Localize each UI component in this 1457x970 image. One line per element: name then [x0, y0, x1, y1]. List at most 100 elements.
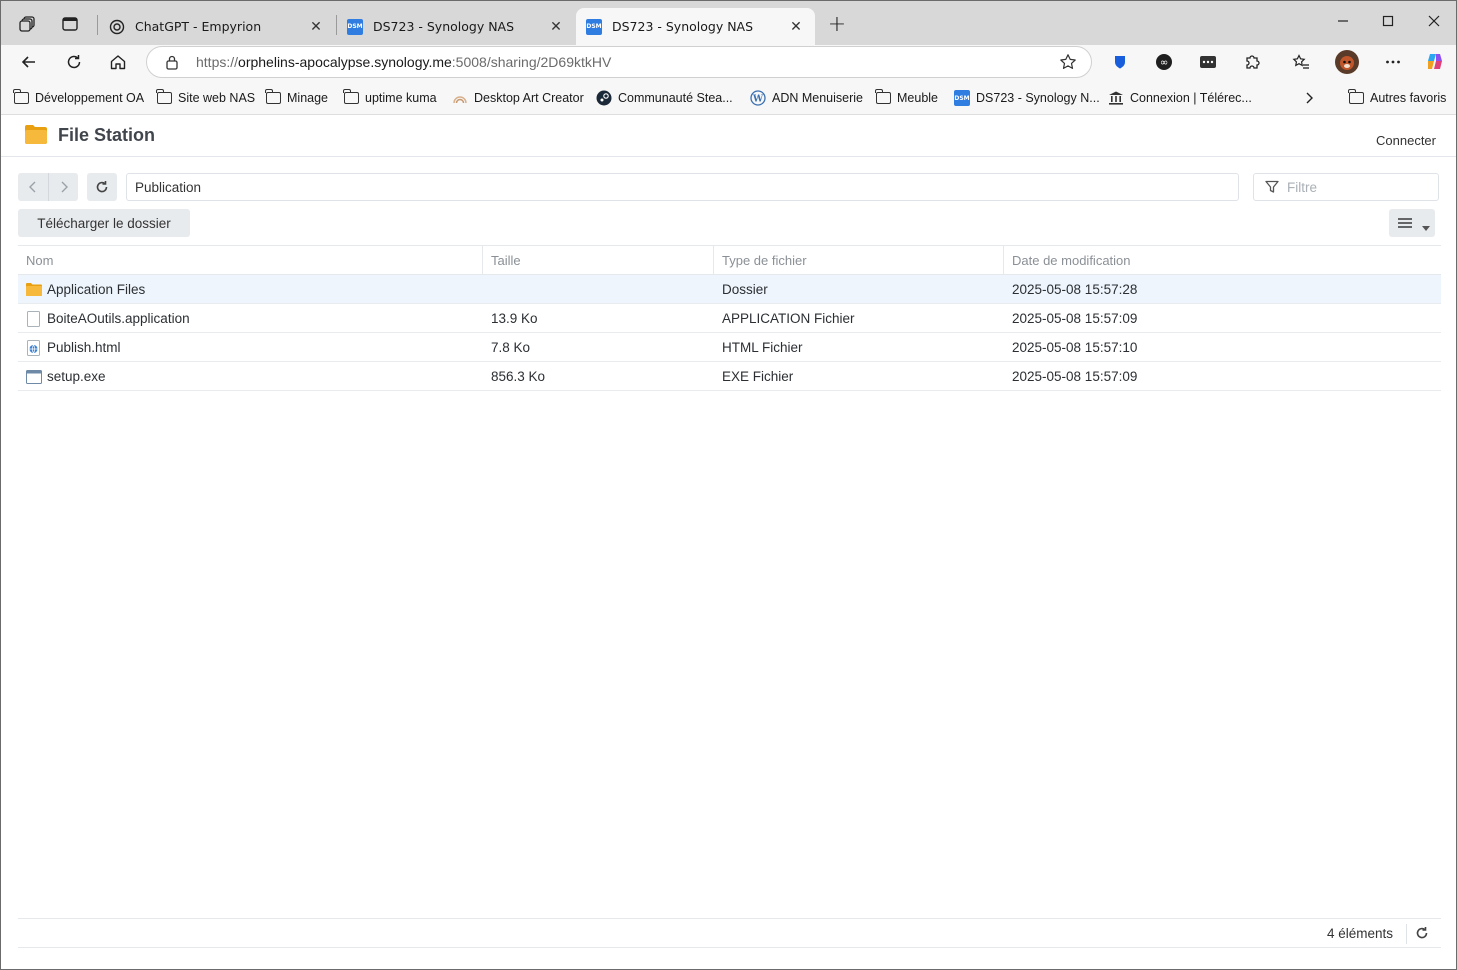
file-size: 7.8 Ko — [491, 340, 531, 355]
close-window-icon[interactable] — [1411, 1, 1456, 41]
bookmark-steam-community[interactable]: Communauté Stea... — [596, 88, 733, 108]
table-row[interactable]: Application Files Dossier 2025-05-08 15:… — [18, 275, 1441, 304]
bookmark-label: Desktop Art Creator — [474, 91, 584, 105]
tab-ds723-1[interactable]: DSM DS723 - Synology NAS ✕ — [337, 8, 575, 45]
lock-icon[interactable] — [165, 54, 179, 74]
tab-title: ChatGPT - Empyrion — [135, 19, 262, 34]
dsm-icon: DSM — [347, 18, 363, 35]
file-name: BoiteAOutils.application — [47, 311, 190, 326]
refresh-button[interactable] — [87, 173, 117, 201]
column-date[interactable]: Date de modification — [1012, 253, 1131, 268]
bookmark-connexion-telerec[interactable]: Connexion | Télérec... — [1108, 88, 1252, 108]
footer-divider — [1406, 924, 1407, 944]
folder-icon — [156, 89, 172, 106]
close-tab-icon[interactable]: ✕ — [547, 18, 565, 36]
copilot-icon[interactable] — [1420, 47, 1450, 77]
file-list: Nom Taille Type de fichier Date de modif… — [18, 245, 1441, 391]
bookmark-label: Développement OA — [35, 91, 145, 105]
bookmark-label: Communauté Stea... — [618, 91, 733, 105]
url-text[interactable]: https://orphelins-apocalypse.synology.me… — [196, 54, 611, 70]
status-footer: 4 éléments — [18, 918, 1441, 948]
file-type: Dossier — [722, 282, 768, 297]
tab-separator — [97, 15, 98, 35]
address-bar[interactable]: https://orphelins-apocalypse.synology.me… — [146, 46, 1092, 78]
back-icon[interactable] — [14, 47, 44, 77]
folder-icon — [875, 89, 891, 106]
download-folder-button[interactable]: Télécharger le dossier — [18, 209, 190, 237]
extensions-puzzle-icon[interactable] — [1237, 47, 1267, 77]
current-path: Publication — [135, 180, 202, 195]
bookmark-label: Site web NAS — [178, 91, 256, 105]
file-date: 2025-05-08 15:57:28 — [1012, 282, 1138, 297]
bookmark-other-favorites[interactable]: Autres favoris — [1348, 88, 1446, 108]
bookmark-minage[interactable]: Minage — [265, 88, 328, 108]
connect-link[interactable]: Connecter — [1376, 133, 1436, 148]
url-host: orphelins-apocalypse.synology.me — [238, 54, 452, 70]
chevron-right-icon[interactable] — [1303, 88, 1315, 108]
chatgpt-icon — [109, 19, 125, 35]
table-row[interactable]: setup.exe 856.3 Ko EXE Fichier 2025-05-0… — [18, 362, 1441, 391]
reload-icon[interactable] — [59, 47, 89, 77]
svg-text:W: W — [752, 95, 764, 105]
infinity-extension-icon[interactable]: ∞ — [1149, 47, 1179, 77]
bookmark-label: uptime kuma — [365, 91, 437, 105]
password-extension-icon[interactable] — [1193, 47, 1223, 77]
minimize-icon[interactable] — [1320, 1, 1366, 41]
bookmark-site-web-nas[interactable]: Site web NAS — [156, 88, 255, 108]
path-field[interactable]: Publication — [126, 173, 1239, 201]
file-date: 2025-05-08 15:57:09 — [1012, 311, 1138, 326]
folder-icon — [265, 89, 281, 106]
tab-strip: ChatGPT - Empyrion ✕ DSM DS723 - Synolog… — [1, 1, 1456, 45]
bookmark-developpement-oa[interactable]: Développement OA — [13, 88, 144, 108]
column-divider[interactable] — [713, 246, 714, 275]
browser-window: ChatGPT - Empyrion ✕ DSM DS723 - Synolog… — [0, 0, 1457, 970]
tab-title: DS723 - Synology NAS — [612, 19, 754, 34]
bookmarks-bar: Développement OA Site web NAS Minage upt… — [1, 79, 1456, 115]
close-tab-icon[interactable]: ✕ — [307, 18, 325, 36]
file-name: Application Files — [47, 282, 146, 297]
tab-ds723-active[interactable]: DSM DS723 - Synology NAS ✕ — [576, 8, 815, 45]
filter-placeholder: Filtre — [1287, 180, 1317, 195]
file-icon — [26, 311, 41, 327]
maximize-icon[interactable] — [1365, 1, 1411, 41]
refresh-icon[interactable] — [1415, 926, 1429, 944]
favorite-star-icon[interactable] — [1059, 53, 1077, 75]
column-type[interactable]: Type de fichier — [722, 253, 807, 268]
filter-icon — [1265, 180, 1279, 198]
bookmark-adn-menuiserie[interactable]: W ADN Menuiserie — [750, 88, 863, 108]
view-mode-button[interactable] — [1389, 209, 1435, 237]
new-tab-button[interactable]: + — [822, 9, 852, 39]
rainbow-icon — [452, 90, 468, 106]
filter-input[interactable]: Filtre — [1253, 173, 1439, 201]
bookmark-label: Meuble — [897, 91, 938, 105]
table-row[interactable]: BoiteAOutils.application 13.9 Ko APPLICA… — [18, 304, 1441, 333]
file-size: 13.9 Ko — [491, 311, 538, 326]
table-row[interactable]: Publish.html 7.8 Ko HTML Fichier 2025-05… — [18, 333, 1441, 362]
file-name: setup.exe — [47, 369, 106, 384]
column-divider[interactable] — [1003, 246, 1004, 275]
nav-back-button[interactable] — [18, 173, 48, 201]
vertical-tabs-icon[interactable] — [55, 9, 85, 39]
home-icon[interactable] — [103, 47, 133, 77]
column-divider[interactable] — [482, 246, 483, 275]
bitwarden-shield-icon[interactable] — [1105, 47, 1135, 77]
bookmark-uptime-kuma[interactable]: uptime kuma — [343, 88, 437, 108]
url-scheme: https:// — [196, 54, 239, 70]
column-size[interactable]: Taille — [491, 253, 521, 268]
bookmark-desktop-art-creator[interactable]: Desktop Art Creator — [452, 88, 584, 108]
steam-icon — [596, 90, 612, 106]
bookmark-ds723[interactable]: DSM DS723 - Synology N... — [954, 88, 1100, 108]
column-name[interactable]: Nom — [26, 253, 53, 268]
folder-icon — [13, 89, 29, 106]
bookmark-label: DS723 - Synology N... — [976, 91, 1100, 105]
bookmark-label: Connexion | Télérec... — [1130, 91, 1252, 105]
profile-avatar[interactable] — [1332, 47, 1362, 77]
close-tab-icon[interactable]: ✕ — [787, 18, 805, 36]
folder-icon — [1348, 89, 1364, 106]
nav-forward-button[interactable] — [48, 173, 78, 201]
tab-chatgpt[interactable]: ChatGPT - Empyrion ✕ — [99, 8, 335, 45]
workspaces-icon[interactable] — [13, 9, 43, 39]
more-menu-icon[interactable] — [1378, 47, 1408, 77]
favorites-icon[interactable] — [1286, 47, 1316, 77]
bookmark-meuble[interactable]: Meuble — [875, 88, 938, 108]
